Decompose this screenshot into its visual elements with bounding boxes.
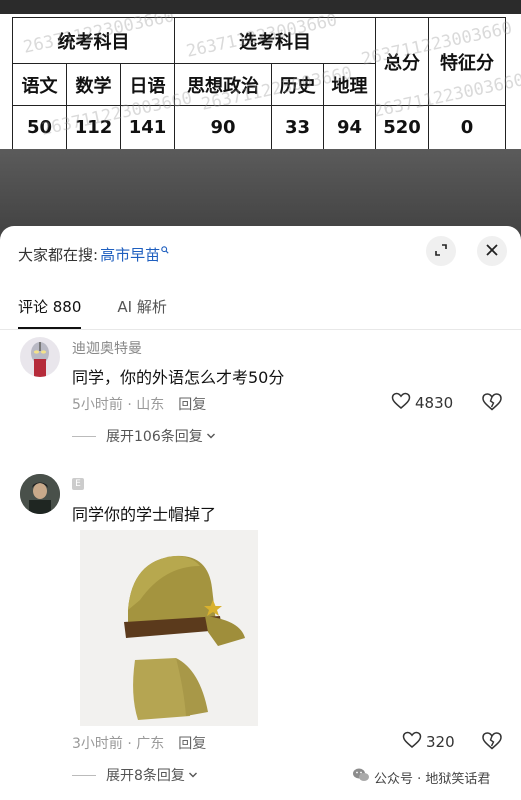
tab-comments[interactable]: 评论 880 xyxy=(18,296,82,329)
subject-chinese: 语文 xyxy=(12,63,67,106)
subject-geography: 地理 xyxy=(323,63,376,106)
avatar[interactable] xyxy=(20,474,60,514)
score-math: 112 xyxy=(66,105,121,149)
expand-button[interactable] xyxy=(426,236,456,266)
expand-icon xyxy=(434,242,448,261)
like-button[interactable]: 320 xyxy=(402,731,455,753)
backdrop xyxy=(0,149,521,229)
search-icon xyxy=(161,244,169,257)
heart-icon xyxy=(391,392,411,414)
like-button[interactable]: 4830 xyxy=(391,392,453,414)
score-table-image: 统考科目 选考科目 总分 特征分 语文 数学 日语 思想政治 历史 地理 50 … xyxy=(0,14,521,149)
score-history: 33 xyxy=(271,105,324,149)
divider-line xyxy=(72,435,96,437)
top-bar xyxy=(0,0,521,14)
dislike-button[interactable] xyxy=(481,392,503,414)
comment-text: 同学，你的外语怎么才考50分 xyxy=(72,368,285,387)
score-feature: 0 xyxy=(428,105,506,149)
comment-text: 同学你的学士帽掉了 xyxy=(72,505,217,524)
comment-time-location: 3小时前 · 广东 xyxy=(72,736,165,752)
expand-replies[interactable]: 展开106条回复 xyxy=(72,426,216,446)
source-label: 公众号 · 地狱笑话君 xyxy=(374,771,491,787)
search-prefix: 大家都在搜: xyxy=(18,246,99,264)
broken-heart-icon xyxy=(481,732,503,755)
comment-image[interactable] xyxy=(80,530,258,726)
broken-heart-icon xyxy=(481,393,503,416)
divider-line xyxy=(72,774,96,776)
avatar[interactable] xyxy=(20,337,60,377)
tab-bar: 评论 880 AI 解析 xyxy=(18,296,167,329)
source-watermark: 公众号 · 地狱笑话君 xyxy=(352,767,490,787)
comment-username[interactable]: 迪迦奥特曼 xyxy=(72,338,142,358)
close-button[interactable] xyxy=(477,236,507,266)
comment-sheet: 大家都在搜: 高市早苗 评论 880 AI 解析 迪迦奥特曼 同学，你的外语怎么… xyxy=(0,226,521,800)
subject-politics: 思想政治 xyxy=(174,63,272,106)
score-total: 520 xyxy=(375,105,429,149)
trending-search[interactable]: 大家都在搜: 高市早苗 xyxy=(18,244,169,265)
header-elective-subjects: 选考科目 xyxy=(174,17,376,64)
like-count: 320 xyxy=(426,733,455,751)
expand-replies-label: 展开106条回复 xyxy=(106,429,203,445)
subject-math: 数学 xyxy=(66,63,121,106)
score-geography: 94 xyxy=(323,105,376,149)
wechat-icon xyxy=(352,767,370,787)
comment-meta: 5小时前 · 山东 回复 xyxy=(72,394,206,414)
header-unified-subjects: 统考科目 xyxy=(12,17,175,64)
divider xyxy=(0,329,521,330)
heart-icon xyxy=(402,731,422,753)
army-cap-image xyxy=(80,530,258,726)
score-japanese: 141 xyxy=(120,105,175,149)
reply-button[interactable]: 回复 xyxy=(178,736,206,752)
reply-button[interactable]: 回复 xyxy=(178,397,206,413)
header-total: 总分 xyxy=(375,17,429,106)
user-badge: E xyxy=(72,478,84,490)
dislike-button[interactable] xyxy=(481,731,503,753)
score-politics: 90 xyxy=(174,105,272,149)
chevron-down-icon xyxy=(206,428,216,444)
comment-time-location: 5小时前 · 山东 xyxy=(72,397,165,413)
score-chinese: 50 xyxy=(12,105,67,149)
close-icon xyxy=(485,242,499,261)
score-table: 统考科目 选考科目 总分 特征分 语文 数学 日语 思想政治 历史 地理 50 … xyxy=(12,17,506,149)
tab-ai-analysis[interactable]: AI 解析 xyxy=(117,296,166,329)
like-count: 4830 xyxy=(415,394,454,412)
search-term-link[interactable]: 高市早苗 xyxy=(100,244,160,265)
expand-replies-label: 展开8条回复 xyxy=(106,768,185,784)
comment-meta: 3小时前 · 广东 回复 xyxy=(72,733,206,753)
subject-japanese: 日语 xyxy=(120,63,175,106)
expand-replies[interactable]: 展开8条回复 xyxy=(72,765,198,785)
chevron-down-icon xyxy=(188,767,198,783)
header-feature: 特征分 xyxy=(428,17,506,106)
subject-history: 历史 xyxy=(271,63,324,106)
